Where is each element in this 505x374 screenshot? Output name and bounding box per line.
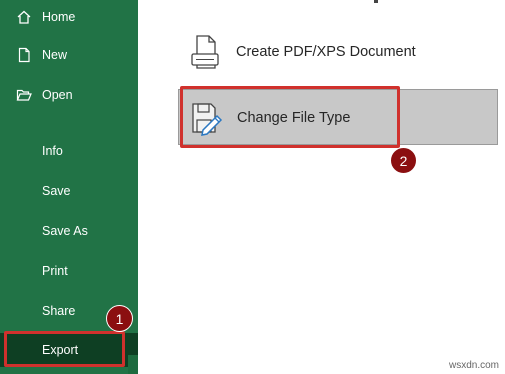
watermark: wsxdn.com (448, 360, 499, 371)
sidebar-item-label: Open (42, 88, 73, 102)
sidebar-item-label: Print (42, 264, 68, 278)
option-label: Create PDF/XPS Document (236, 44, 416, 60)
sidebar-edge (128, 355, 138, 374)
create-pdf-xps-option[interactable]: Create PDF/XPS Document (178, 24, 478, 80)
open-folder-icon (16, 87, 32, 103)
pdf-document-icon (188, 34, 222, 70)
sidebar-item-label: Save (42, 184, 71, 198)
sidebar-item-save[interactable]: Save (0, 174, 138, 208)
sidebar-item-open[interactable]: Open (0, 78, 138, 112)
sidebar-item-label: Share (42, 304, 76, 318)
sidebar-item-print[interactable]: Print (0, 254, 138, 288)
sidebar-item-label: Save As (42, 224, 88, 238)
sidebar-item-label: New (42, 48, 68, 62)
cropped-title-fragment (374, 0, 378, 3)
change-file-type-highlight-box (180, 86, 400, 148)
step-2-badge: 2 (390, 147, 417, 174)
sidebar-item-new[interactable]: New (0, 38, 138, 72)
sidebar-item-save-as[interactable]: Save As (0, 214, 138, 248)
export-panel: Create PDF/XPS Document Change File Type (138, 0, 505, 374)
sidebar-item-info[interactable]: Info (0, 134, 138, 168)
sidebar-item-label: Home (42, 10, 76, 24)
new-document-icon (16, 47, 32, 63)
home-icon (16, 9, 32, 25)
sidebar-item-label: Info (42, 144, 63, 158)
export-highlight-box (4, 331, 125, 367)
step-1-badge: 1 (106, 305, 133, 332)
sidebar-item-home[interactable]: Home (0, 0, 138, 34)
